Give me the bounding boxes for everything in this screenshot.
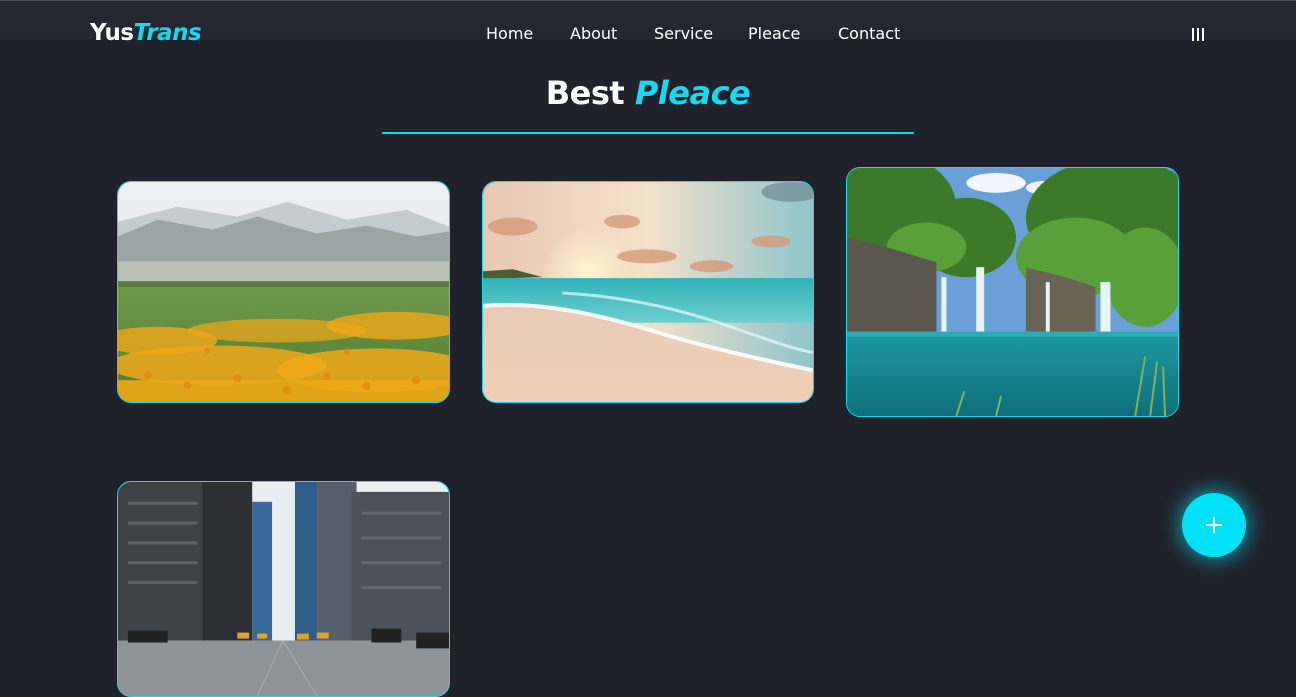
nav-link-home[interactable]: Home — [486, 24, 533, 43]
section-title-underline — [382, 132, 914, 134]
place-card-meadow[interactable] — [117, 181, 450, 403]
section-title: Best Pleace — [0, 74, 1296, 112]
section-title-accent: Pleace — [634, 74, 751, 112]
place-card-waterfall[interactable] — [846, 167, 1179, 417]
waterfall-lagoon-photo — [847, 168, 1178, 416]
menu-bars-icon[interactable] — [1192, 28, 1204, 41]
section-title-main: Best — [545, 74, 625, 112]
beach-sunset-photo — [483, 182, 813, 402]
place-card-beach[interactable] — [482, 181, 814, 403]
nav-link-service[interactable]: Service — [654, 24, 713, 43]
add-button[interactable] — [1182, 493, 1246, 557]
mountain-meadow-photo — [118, 182, 449, 402]
nav-link-contact[interactable]: Contact — [838, 24, 900, 43]
city-street-photo — [118, 482, 449, 696]
place-card-city[interactable] — [117, 481, 450, 697]
nav-link-about[interactable]: About — [570, 24, 617, 43]
nav-link-pleace[interactable]: Pleace — [748, 24, 800, 43]
main-nav: Home About Service Pleace Contact — [0, 24, 1296, 46]
